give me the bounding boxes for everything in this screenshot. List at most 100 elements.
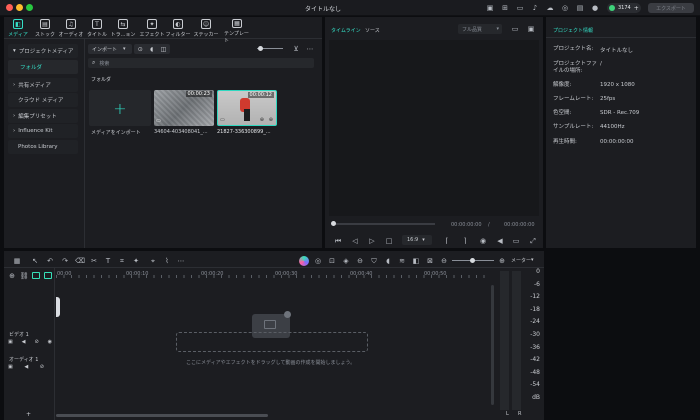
sidebar-item[interactable]: › 編集プリセット — [8, 109, 78, 123]
mark-in-icon[interactable]: ⌈ — [442, 236, 452, 246]
display-icon[interactable]: ▭ — [515, 3, 525, 13]
add-track-bottom-icon[interactable]: + — [26, 411, 31, 418]
zoom-handle[interactable] — [470, 258, 475, 263]
close-window-button[interactable] — [6, 4, 13, 11]
import-dropdown[interactable]: インポート ▾ — [88, 44, 132, 54]
tab-transition[interactable]: ⇆ トラ...ョン — [110, 19, 136, 39]
playhead[interactable] — [56, 297, 60, 317]
playback-progress[interactable] — [333, 223, 435, 225]
snapshot-icon[interactable]: ▭ — [510, 24, 520, 34]
import-media-tile[interactable]: + — [89, 90, 151, 126]
zoom-in-icon[interactable]: ⊕ — [497, 256, 507, 266]
camera-icon[interactable]: ▭ — [511, 236, 521, 246]
cut-icon[interactable]: ✂ — [89, 256, 99, 266]
previous-frame-icon[interactable]: ⏮ — [333, 236, 343, 246]
sidebar-item[interactable]: › 共有メディア — [8, 78, 78, 92]
export-button[interactable]: エクスポート — [648, 3, 694, 13]
track-lock-icon[interactable]: ▣ — [8, 339, 13, 345]
search-field[interactable]: ⌕ 検索 — [88, 58, 314, 68]
sidebar-item[interactable]: › Influence Kit — [8, 124, 78, 138]
search-input[interactable]: 検索 — [99, 60, 109, 67]
play-icon[interactable]: ▷ — [367, 236, 377, 246]
render-icon[interactable]: ◎ — [313, 256, 323, 266]
select-tool-icon[interactable]: ↖ — [30, 256, 40, 266]
sidebar-item[interactable]: フォルダ — [8, 60, 78, 74]
marker-icon[interactable]: ⌖ — [148, 256, 158, 266]
track-lock-icon[interactable]: ▣ — [8, 364, 13, 370]
quality-dropdown[interactable]: フル品質 ▾ — [458, 24, 502, 34]
tab-sticker[interactable]: ☺ ステッカー — [193, 19, 219, 39]
tab-audio[interactable]: ♫ オーディオ — [58, 19, 84, 39]
snap-icon[interactable]: ⌇ — [162, 256, 172, 266]
sidebar-item[interactable]: クラウド メディア — [8, 93, 78, 107]
mark-out-icon[interactable]: ⌉ — [460, 236, 470, 246]
cloud-icon[interactable]: ☁ — [545, 3, 555, 13]
add-to-timeline-icon[interactable]: ⊕ — [269, 117, 273, 123]
track-visible-icon[interactable]: ◉ — [48, 339, 52, 345]
layout-icon[interactable]: ▦ — [12, 256, 22, 266]
tab-effect[interactable]: ✦ エフェクト — [139, 19, 165, 39]
user-icon[interactable]: ● — [590, 3, 600, 13]
headset-icon[interactable]: ◎ — [560, 3, 570, 13]
tab-filter[interactable]: ◐ フィルター — [165, 19, 191, 39]
preview-canvas[interactable] — [329, 40, 539, 216]
add-track-icon[interactable]: ⊕ — [8, 272, 16, 280]
timeline-vscrollbar[interactable] — [491, 285, 494, 405]
link-icon[interactable]: ⛓ — [20, 272, 29, 280]
more-tools-icon[interactable]: ⋯ — [176, 256, 186, 266]
aspect-ratio-dropdown[interactable]: 16:9 ▾ — [402, 235, 432, 245]
effects-icon[interactable]: ⊠ — [425, 256, 435, 266]
zoom-out-icon[interactable]: ⊖ — [439, 256, 449, 266]
tab-title[interactable]: T タイトル — [84, 19, 110, 39]
shield-icon[interactable]: ⛉ — [369, 256, 379, 266]
step-back-icon[interactable]: ◁ — [350, 236, 360, 246]
delete-icon[interactable]: ⌫ — [75, 256, 85, 266]
sidebar-item[interactable]: Photos Library — [8, 140, 78, 154]
playhead-handle[interactable] — [331, 221, 336, 226]
redo-icon[interactable]: ↷ — [60, 256, 70, 266]
expand-icon[interactable]: ⤢ — [528, 236, 538, 246]
track-mute-icon[interactable]: ◀ — [22, 339, 26, 345]
credits-badge[interactable]: 3174 + — [607, 3, 641, 13]
ai-icon[interactable]: ⊕ — [260, 117, 264, 123]
gift-icon[interactable]: ▣ — [485, 3, 495, 13]
crop-icon[interactable]: ⌗ — [117, 256, 127, 266]
track-link-icon[interactable]: ⊘ — [34, 339, 38, 345]
more-icon[interactable]: ⋯ — [305, 44, 315, 54]
media-clip[interactable]: 00:00:12 ▭ ⊕ ⊕ — [217, 90, 277, 126]
tab-stock[interactable]: ▤ ストック — [32, 19, 58, 39]
tab-template[interactable]: ▦ テンプレート — [224, 19, 250, 44]
fullscreen-icon[interactable]: ▣ — [526, 24, 536, 34]
bell-icon[interactable]: ♪ — [530, 3, 540, 13]
speech-icon[interactable]: ◧ — [411, 256, 421, 266]
ai-edit-icon[interactable]: ✦ — [131, 256, 141, 266]
record-group[interactable]: ⊙ ◖ ◫ — [134, 44, 170, 54]
track-mute-icon[interactable]: ◀ — [24, 364, 28, 370]
tab-media[interactable]: ◧ メディア — [5, 19, 31, 39]
keyframe-icon[interactable]: ◈ — [341, 256, 351, 266]
snapshot-capture-icon[interactable]: ◉ — [478, 236, 488, 246]
minimize-window-button[interactable] — [16, 4, 23, 11]
sidebar-item[interactable]: ▾ プロジェクトメディア — [8, 44, 78, 58]
motion-icon[interactable]: ⊖ — [355, 256, 365, 266]
audio-stretch-icon[interactable]: ⊡ — [327, 256, 337, 266]
volume-icon[interactable]: ◀ — [495, 236, 505, 246]
chevron-down-icon[interactable]: ▾ — [531, 257, 534, 263]
ai-color-icon[interactable] — [299, 256, 309, 266]
stop-icon[interactable]: □ — [384, 236, 394, 246]
zoom-window-button[interactable] — [26, 4, 33, 11]
auto-ripple-icon[interactable] — [32, 272, 40, 279]
mic-icon[interactable]: ◖ — [383, 256, 393, 266]
filter-icon[interactable]: ⊻ — [291, 44, 301, 54]
slider-handle[interactable] — [258, 46, 263, 51]
media-clip[interactable]: 00:00:23 ▭ — [154, 90, 214, 126]
waveform-icon[interactable]: ≋ — [397, 256, 407, 266]
drop-zone[interactable] — [176, 332, 368, 352]
text-icon[interactable]: T — [103, 256, 113, 266]
tab-source[interactable]: ソース — [365, 27, 380, 34]
undo-icon[interactable]: ↶ — [45, 256, 55, 266]
save-icon[interactable]: ▤ — [575, 3, 585, 13]
track-link-icon[interactable]: ⊘ — [40, 364, 44, 370]
magnet-icon[interactable] — [44, 272, 52, 279]
tab-timeline[interactable]: タイムライン — [331, 27, 361, 34]
